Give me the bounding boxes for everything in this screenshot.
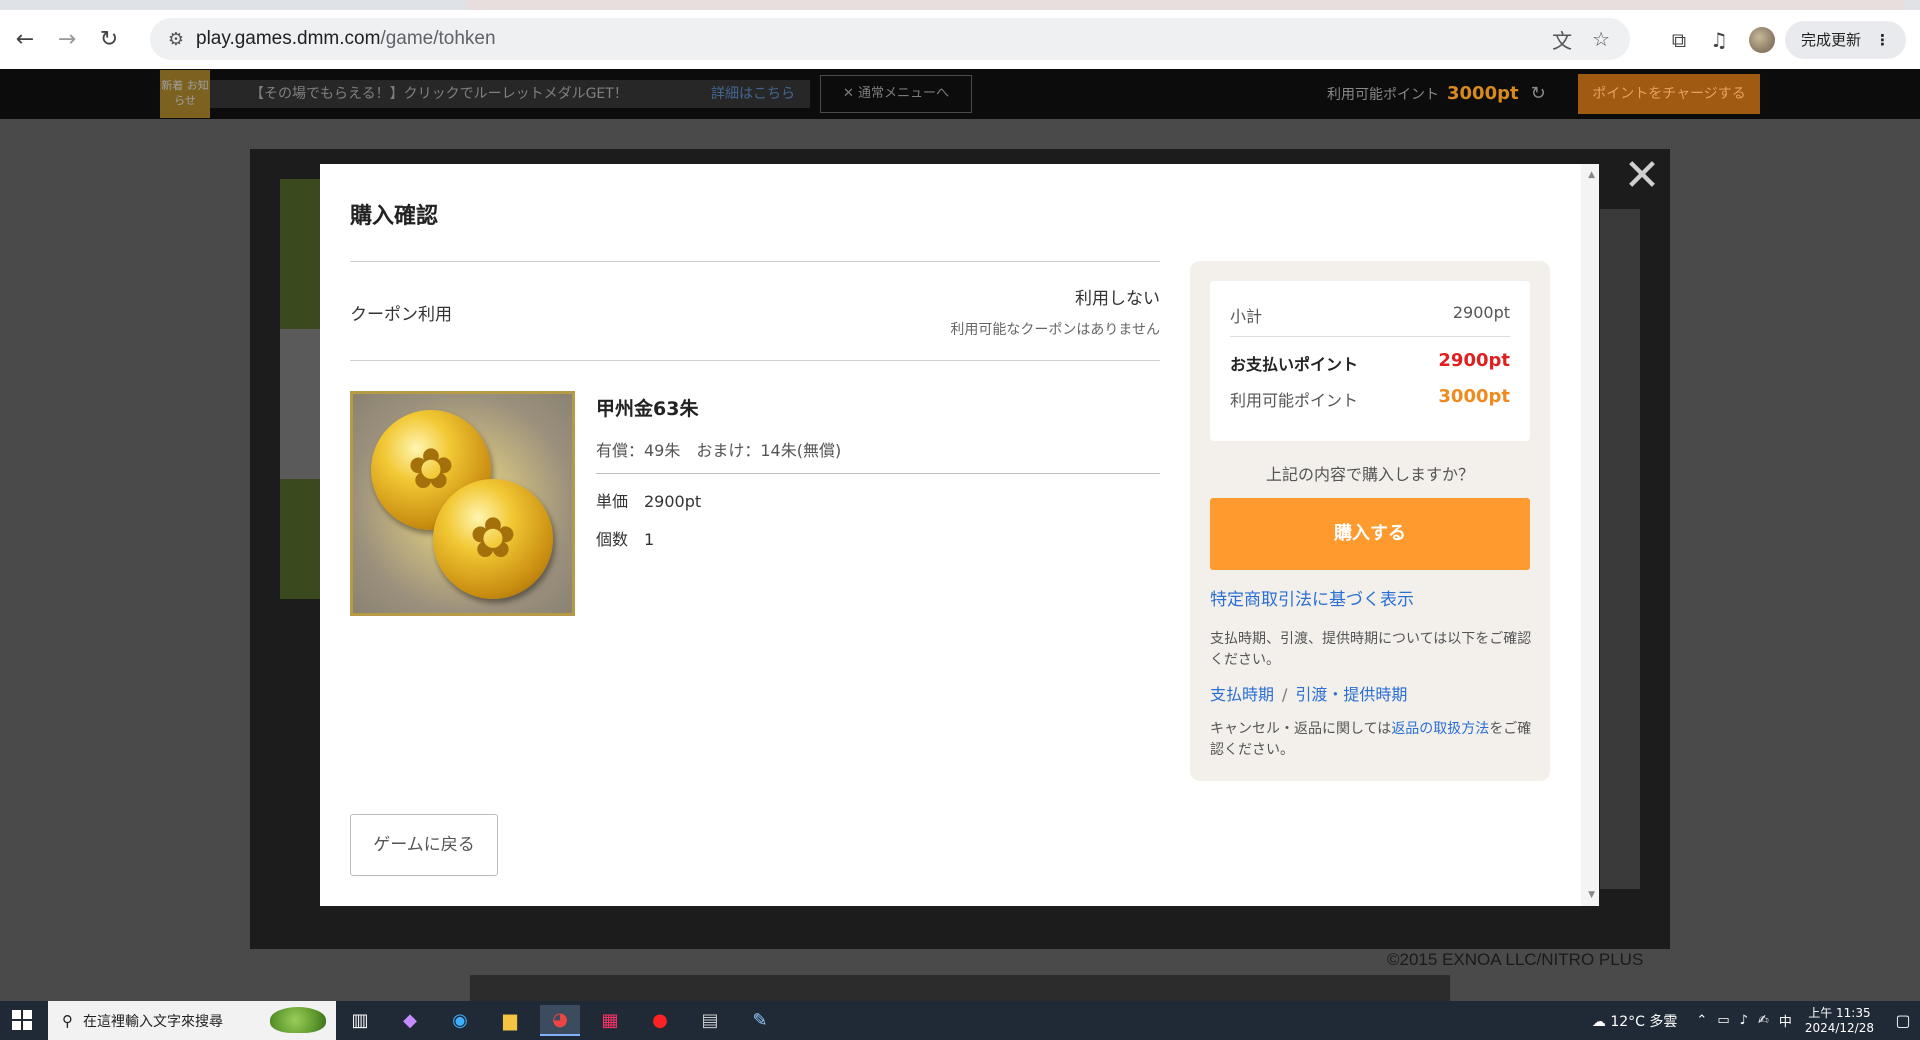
network-icon[interactable]: ▭	[1717, 1013, 1729, 1028]
store-icon[interactable]: ▦	[590, 1005, 630, 1036]
close-icon[interactable]: ✕	[1622, 154, 1662, 198]
chevron-up-icon[interactable]: ⌃	[1696, 1013, 1707, 1028]
product-item: ✿ ✿ 甲州金63朱 有償：49朱 おまけ：14朱(無償) 単価 2900pt 個数…	[350, 391, 1160, 631]
coupon-note: 利用可能なクーポンはありません	[950, 322, 1160, 338]
coupon-value[interactable]: 利用しない	[1075, 284, 1160, 309]
purchase-confirm-modal: ▲ ▼ 購入確認 クーポン利用 利用しない 利用可能なクーポンはありません ✿ …	[320, 164, 1599, 906]
normal-menu-button[interactable]: ✕ 通常メニューへ	[820, 75, 972, 113]
game-right-panel	[1600, 209, 1640, 889]
coupon-label: クーポン利用	[350, 305, 452, 325]
turtle-icon	[270, 1007, 326, 1033]
windows-taskbar: ⚲ 在這裡輸入文字來搜尋 ▥ ◆ ◉ ▆ ◕ ▦ ● ▤ ✎ ☁ 12°C 多雲 …	[0, 1001, 1920, 1040]
clock[interactable]: 上午 11:35 2024/12/28	[1805, 1006, 1874, 1036]
system-tray: ☁ 12°C 多雲 ⌃ ▭ ♪ ✍ 中 上午 11:35 2024/12/28 ▢	[1592, 1001, 1920, 1040]
forward-arrow-icon[interactable]: →	[50, 23, 84, 57]
modal-title: 購入確認	[350, 204, 439, 229]
unit-price: 単価 2900pt	[596, 492, 702, 511]
address-bar[interactable]: ⚙ play.games.dmm.com/game/tohken 文 ☆	[150, 18, 1630, 60]
copyright-text: ©2015 EXNOA LLC/NITRO PLUS	[1387, 950, 1644, 969]
timing-note: 支払時期、引渡、提供時期については以下をご確認ください。	[1210, 631, 1532, 668]
game-side-menu-item	[280, 329, 320, 479]
product-breakdown: 有償：49朱 おまけ：14朱(無償)	[596, 437, 1160, 474]
media-control-icon[interactable]: ♫	[1699, 28, 1739, 52]
active-tab[interactable]	[465, 0, 1905, 10]
taskbar-search-input[interactable]: ⚲ 在這裡輸入文字來搜尋	[48, 1001, 336, 1040]
purchase-button[interactable]: 購入する	[1210, 498, 1530, 570]
windows-start-icon[interactable]	[12, 1010, 32, 1030]
return-policy-link[interactable]: 返品の取扱方法	[1391, 721, 1489, 737]
update-button[interactable]: 完成更新 ⋮	[1784, 20, 1906, 59]
paint-icon[interactable]: ✎	[740, 1005, 780, 1036]
notification-icon[interactable]: ▢	[1886, 1011, 1920, 1030]
bookmark-star-icon[interactable]: ☆	[1592, 27, 1610, 51]
dmm-header-bar: 新着 お知らせ 【その場でもらえる！】クリックでルーレットメダルGET！ 詳細はこ…	[0, 69, 1920, 119]
translate-icon[interactable]: 文	[1552, 25, 1572, 54]
pen-icon[interactable]: ✍	[1758, 1013, 1769, 1028]
modal-scrollbar[interactable]	[1581, 164, 1599, 906]
record-icon[interactable]: ●	[640, 1005, 680, 1036]
delivery-timing-link[interactable]: 引渡・提供時期	[1295, 685, 1407, 704]
news-ticker[interactable]: 【その場でもらえる！】クリックでルーレットメダルGET！ 詳細はこちら	[210, 80, 810, 108]
payment-panel: 小計 2900pt お支払いポイント 2900pt 利用可能ポイント 3000pt 上…	[1190, 261, 1550, 781]
product-image: ✿ ✿	[350, 391, 575, 616]
calculator-icon[interactable]: ▤	[690, 1005, 730, 1036]
file-explorer-icon[interactable]: ▆	[490, 1005, 530, 1036]
extensions-icon[interactable]: ⧉	[1659, 28, 1699, 52]
browser-toolbar: ← → ↻ ⚙ play.games.dmm.com/game/tohken 文…	[0, 10, 1920, 69]
profile-avatar[interactable]	[1748, 26, 1775, 53]
commercial-law-link[interactable]: 特定商取引法に基づく表示	[1210, 585, 1414, 610]
news-more-link[interactable]: 詳細はこちら	[711, 80, 795, 108]
quantity: 個数 1	[596, 530, 655, 549]
reload-icon[interactable]: ↻	[92, 23, 126, 57]
payment-points-row: お支払いポイント 2900pt	[1230, 350, 1510, 374]
subtotal-row: 小計 2900pt	[1230, 281, 1510, 337]
back-arrow-icon[interactable]: ←	[8, 23, 42, 57]
menu-dots-icon[interactable]: ⋮	[1875, 31, 1890, 49]
ime-indicator[interactable]: 中	[1779, 1011, 1792, 1030]
product-name: 甲州金63朱	[596, 398, 699, 420]
confirm-question: 上記の内容で購入しますか？	[1265, 465, 1474, 484]
tab-strip	[0, 0, 1920, 10]
game-bottom-strip	[470, 975, 1450, 1001]
scroll-down-icon[interactable]: ▼	[1588, 890, 1595, 900]
url-text[interactable]: play.games.dmm.com/game/tohken	[196, 28, 496, 50]
gold-coin-icon: ✿	[433, 479, 553, 599]
price-summary: 小計 2900pt お支払いポイント 2900pt 利用可能ポイント 3000pt	[1210, 281, 1530, 441]
task-view-icon[interactable]: ▥	[340, 1005, 380, 1036]
available-points-row: 利用可能ポイント 3000pt	[1230, 386, 1510, 410]
copilot-icon[interactable]: ◆	[390, 1005, 430, 1036]
search-icon: ⚲	[62, 1011, 73, 1030]
payment-timing-link[interactable]: 支払時期	[1210, 685, 1274, 704]
coupon-row: クーポン利用 利用しない 利用可能なクーポンはありません	[350, 261, 1160, 361]
charge-points-button[interactable]: ポイントをチャージする	[1578, 74, 1760, 114]
site-info-icon[interactable]: ⚙	[156, 29, 196, 50]
weather-widget[interactable]: ☁ 12°C 多雲	[1592, 1011, 1678, 1031]
order-details: クーポン利用 利用しない 利用可能なクーポンはありません ✿ ✿ 甲州金63朱 …	[350, 261, 1160, 631]
news-badge: 新着 お知らせ	[160, 70, 210, 118]
timing-links: 支払時期 / 引渡・提供時期	[1210, 685, 1408, 704]
volume-icon[interactable]: ♪	[1740, 1013, 1748, 1028]
available-points: 利用可能ポイント 3000pt ↻	[1327, 83, 1546, 104]
chrome-icon[interactable]: ◕	[540, 1005, 580, 1036]
cancel-note: キャンセル・返品に関しては返品の取扱方法をご確認ください。	[1210, 721, 1532, 758]
refresh-points-icon[interactable]: ↻	[1531, 83, 1546, 104]
back-to-game-button[interactable]: ゲームに戻る	[350, 814, 498, 876]
scroll-up-icon[interactable]: ▲	[1588, 170, 1595, 180]
edge-icon[interactable]: ◉	[440, 1005, 480, 1036]
